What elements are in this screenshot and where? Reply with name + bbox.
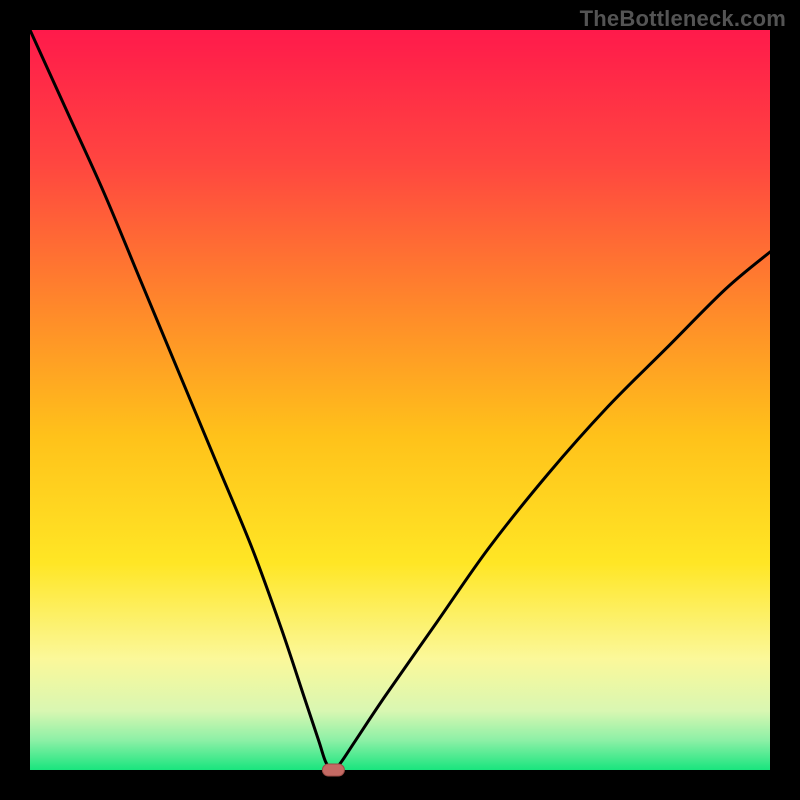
plot-background [30,30,770,770]
bottleneck-chart [0,0,800,800]
minimum-marker [322,764,344,776]
chart-frame: TheBottleneck.com [0,0,800,800]
watermark-text: TheBottleneck.com [580,6,786,32]
